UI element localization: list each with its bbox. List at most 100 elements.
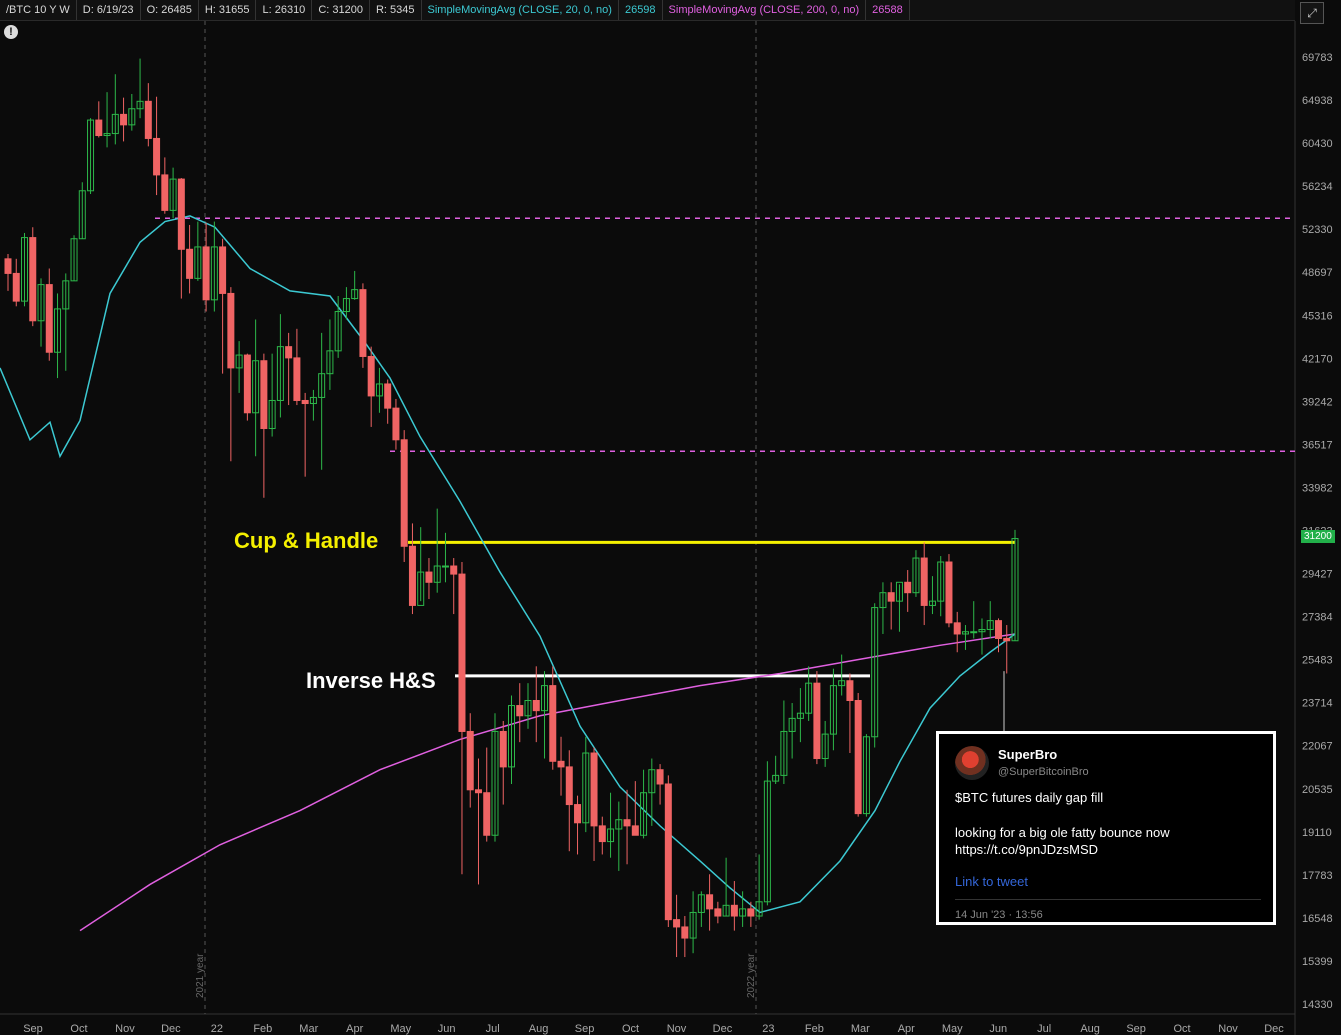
sma20-study-label[interactable]: SimpleMovingAvg (CLOSE, 20, 0, no) <box>422 0 619 20</box>
candle-body <box>623 819 631 827</box>
candle-body <box>631 825 639 836</box>
candle-body <box>565 766 573 806</box>
candle-body <box>466 730 474 791</box>
tweet-text-line1: $BTC futures daily gap fill <box>955 790 1104 805</box>
year-label: 2021 year <box>195 953 206 998</box>
candle-body <box>557 760 565 768</box>
candle-body <box>425 571 433 583</box>
price-tick-label: 22067 <box>1302 741 1333 753</box>
tweet-divider <box>955 899 1261 900</box>
time-tick-label: Sep <box>575 1023 595 1035</box>
tweet-author-name: SuperBro <box>998 747 1058 762</box>
low-readout: L: 26310 <box>256 0 313 20</box>
candle-body <box>714 908 722 917</box>
candle-body <box>574 804 582 824</box>
candle-body <box>499 730 507 768</box>
tweet-link[interactable]: Link to tweet <box>955 874 1028 889</box>
time-tick-label: Apr <box>346 1023 363 1035</box>
time-tick-label: Feb <box>805 1023 824 1035</box>
price-tick-label: 56234 <box>1302 181 1333 193</box>
price-tick-label: 27384 <box>1302 612 1333 624</box>
tweet-card[interactable]: SuperBro @SuperBitcoinBro $BTC futures d… <box>936 731 1276 925</box>
time-tick-label: Sep <box>1126 1023 1146 1035</box>
tweet-date: 14 Jun '23 · 13:56 <box>955 909 1043 921</box>
candle-body <box>945 561 953 624</box>
candle-body <box>367 355 375 397</box>
time-tick-label: Nov <box>667 1023 687 1035</box>
candle-body <box>516 705 524 717</box>
time-tick-label: Mar <box>299 1023 318 1035</box>
candle-body <box>243 354 251 414</box>
study-header-bar: /BTC 10 Y W D: 6/19/23 O: 26485 H: 31655… <box>0 0 1295 21</box>
sma200-study-label[interactable]: SimpleMovingAvg (CLOSE, 200, 0, no) <box>663 0 867 20</box>
open-readout: O: 26485 <box>141 0 199 20</box>
candle-body <box>673 919 681 928</box>
time-tick-label: Jul <box>1037 1023 1051 1035</box>
cup-handle-annotation: Cup & Handle <box>234 528 379 553</box>
candle-body <box>483 792 491 836</box>
price-tick-label: 39242 <box>1302 396 1333 408</box>
high-readout: H: 31655 <box>199 0 257 20</box>
price-tick-label: 25483 <box>1302 655 1333 667</box>
close-readout: C: 31200 <box>312 0 370 20</box>
candle-body <box>474 789 482 794</box>
year-label: 2022 year <box>746 953 757 998</box>
candle-body <box>4 258 12 274</box>
time-tick-label: 23 <box>762 1023 774 1035</box>
candle-body <box>359 289 367 357</box>
candle-body <box>920 557 928 606</box>
candle-body <box>441 565 449 568</box>
time-tick-label: Aug <box>529 1023 549 1035</box>
candle-body <box>301 399 309 405</box>
time-tick-label: Feb <box>253 1023 272 1035</box>
time-tick-label: Dec <box>161 1023 181 1035</box>
sma20-line <box>0 215 1016 914</box>
price-tick-label: 23714 <box>1302 698 1333 710</box>
price-tick-label: 48697 <box>1302 267 1333 279</box>
tweet-text-line2: looking for a big ole fatty bounce now h… <box>955 825 1170 857</box>
price-tick-label: 16548 <box>1302 913 1333 925</box>
sma20-value: 26598 <box>619 0 663 20</box>
candle-body <box>202 246 210 301</box>
time-tick-label: Oct <box>70 1023 87 1035</box>
range-readout: R: 5345 <box>370 0 422 20</box>
price-tick-label: 19110 <box>1302 827 1332 839</box>
candle-body <box>747 908 755 917</box>
candle-body <box>549 685 557 762</box>
candle-body <box>590 752 598 827</box>
time-tick-label: Nov <box>115 1023 135 1035</box>
price-tick-label: 15399 <box>1302 956 1333 968</box>
candle-body <box>904 581 912 594</box>
candle-body <box>994 620 1002 639</box>
time-tick-label: Oct <box>1174 1023 1191 1035</box>
price-tick-label: 64938 <box>1302 95 1333 107</box>
price-tick-label: 33982 <box>1302 482 1333 494</box>
price-tick-label: 14330 <box>1302 999 1333 1011</box>
price-tick-label: 29427 <box>1302 569 1333 581</box>
time-tick-label: Nov <box>1218 1023 1238 1035</box>
candle-body <box>730 904 738 917</box>
candle-body <box>656 769 664 785</box>
candle-body <box>293 357 301 401</box>
symbol-label[interactable]: /BTC 10 Y W <box>0 0 77 20</box>
candle-body <box>12 272 20 302</box>
time-tick-label: Jul <box>486 1023 500 1035</box>
candle-body <box>384 383 392 409</box>
candle-body <box>186 248 194 279</box>
price-tick-label: 17783 <box>1302 870 1333 882</box>
price-tick-label: 20535 <box>1302 784 1333 796</box>
candle-body <box>227 292 235 369</box>
candle-body <box>29 237 37 322</box>
candle-body <box>598 825 606 843</box>
candle-body <box>408 545 416 606</box>
time-tick-label: Sep <box>23 1023 43 1035</box>
candle-body <box>219 246 227 294</box>
candle-body <box>1003 637 1011 642</box>
time-tick-label: May <box>942 1023 963 1035</box>
candle-body <box>846 680 854 702</box>
time-tick-label: Dec <box>713 1023 733 1035</box>
candle-body <box>854 700 862 815</box>
time-tick-label: Jun <box>989 1023 1007 1035</box>
time-tick-label: Mar <box>851 1023 870 1035</box>
time-tick-label: Aug <box>1080 1023 1100 1035</box>
